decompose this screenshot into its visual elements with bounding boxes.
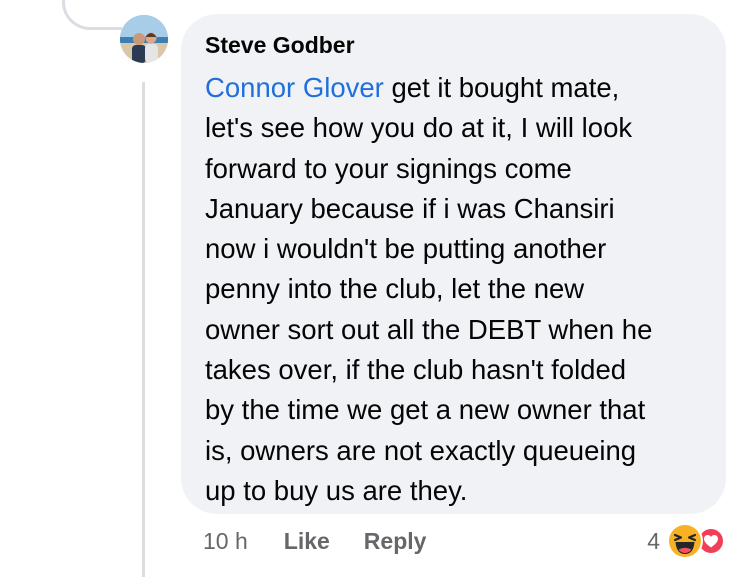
- comment-actions: 10 h Like Reply: [203, 525, 426, 557]
- comment-line: Connor Glover get it bought mate,: [205, 72, 620, 103]
- comment-line: January because if i was Chansiri: [205, 192, 615, 224]
- reaction-count: 4: [647, 527, 660, 554]
- comment-line: now i wouldn't be putting another: [205, 233, 607, 265]
- comment-line: up to buy us are they.: [205, 474, 468, 506]
- comment-line: let's see how you do at it, I will look: [205, 112, 633, 144]
- reaction-summary[interactable]: 4: [647, 521, 728, 561]
- reply-button[interactable]: Reply: [364, 528, 427, 555]
- thread-connector-line: [62, 0, 122, 30]
- thread-line: [142, 82, 145, 577]
- comment-author[interactable]: Steve Godber: [205, 30, 702, 60]
- comment-line: penny into the club, let the new: [205, 273, 585, 305]
- comment-text: Connor Glover get it bought mate, let's …: [205, 68, 715, 511]
- comment-line: owner sort out all the DEBT when he: [205, 313, 653, 345]
- comment-line: is, owners are not exactly queueing: [205, 434, 637, 466]
- avatar[interactable]: [120, 15, 168, 63]
- mention-link[interactable]: Connor Glover: [205, 72, 384, 103]
- comment-line: forward to your signings come: [205, 152, 572, 184]
- like-button[interactable]: Like: [284, 528, 330, 555]
- comment-timestamp[interactable]: 10 h: [203, 528, 248, 555]
- comment-line: takes over, if the club hasn't folded: [205, 354, 627, 386]
- haha-reaction-icon: [667, 523, 703, 559]
- comment-line: by the time we get a new owner that: [205, 394, 646, 426]
- reaction-icons: [666, 522, 728, 560]
- comment-bubble: Steve Godber Connor Glover get it bought…: [181, 14, 726, 514]
